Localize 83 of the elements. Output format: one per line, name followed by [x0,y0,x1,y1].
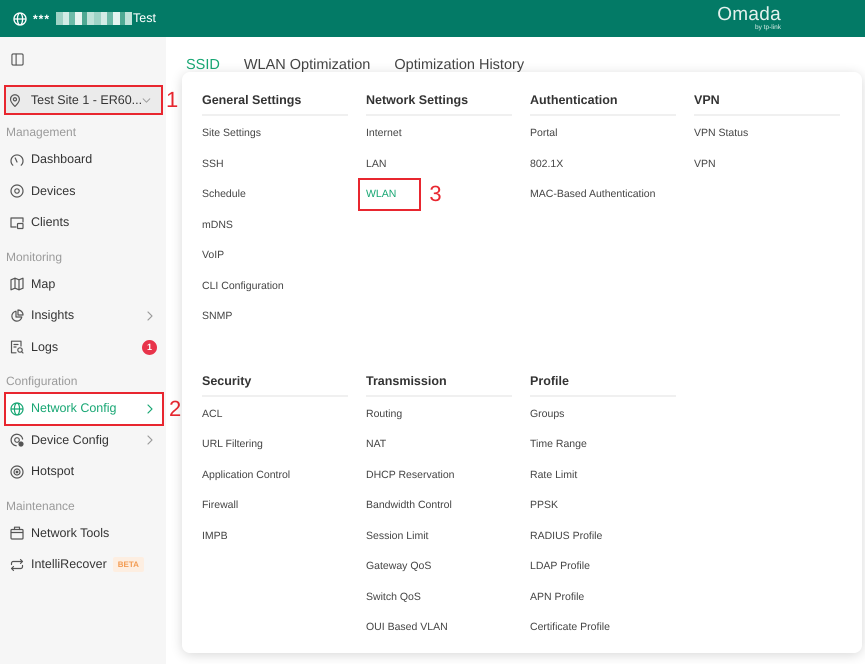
menu-item[interactable]: LAN [366,148,386,179]
menu-item[interactable]: Internet [366,118,402,148]
menu-item[interactable]: VPN Status [694,118,748,148]
menu-item[interactable]: Gateway QoS [366,551,432,582]
menu-item[interactable]: MAC-Based Authentication [530,179,656,210]
menu-item[interactable]: mDNS [202,210,233,240]
sync-icon [10,558,24,572]
disc-icon [10,464,24,479]
menu-heading: Profile [530,374,569,388]
annotation-number: 1 [166,89,178,111]
menu-item[interactable]: Switch QoS [366,582,421,612]
sidebar-toggle-icon[interactable] [11,53,24,66]
menu-item[interactable]: Site Settings [202,118,261,148]
location-pin-icon [10,94,20,106]
sidebar-item[interactable]: Device Config [5,424,162,456]
menu-item[interactable]: Application Control [202,460,290,490]
menu-heading: Security [202,374,252,388]
section-title: Maintenance [5,498,76,514]
menu-item[interactable]: RADIUS Profile [530,520,602,551]
menu-heading: General Settings [202,93,302,107]
menu-item[interactable]: VPN [694,148,716,179]
menu-item[interactable]: ACL [202,398,222,429]
notification-badge: 1 [142,340,157,355]
menu-item[interactable]: Routing [366,398,402,429]
sidebar-item[interactable]: Map [5,268,162,300]
sidebar-item[interactable]: IntelliRecover BETA [5,549,162,580]
settings-icon [10,433,24,448]
tab[interactable]: Optimization History [394,55,524,75]
document-icon [10,340,24,354]
site-selector[interactable]: Test Site 1 - ER60... [5,86,162,114]
section-title: Configuration [5,373,78,390]
sidebar-item[interactable]: Network Tools [5,518,162,549]
menu-item[interactable]: APN Profile [530,582,584,612]
sidebar-item[interactable]: Clients [5,207,162,238]
menu-item[interactable]: NAT [366,429,386,460]
logo-text: Omada [717,5,781,24]
sidebar-item[interactable]: Insights [5,300,162,332]
menu-heading: Authentication [530,93,618,107]
chevron-down-icon [142,98,151,102]
monitor-icon [10,216,24,230]
menu-item[interactable]: Firewall [202,490,238,520]
menu-heading: VPN [694,93,720,107]
tab[interactable]: WLAN Optimization [244,55,370,75]
sidebar-item[interactable]: Logs 1 [5,332,162,363]
globe-icon [10,402,24,416]
menu-item[interactable]: OUI Based VLAN [366,612,448,642]
menu-item[interactable]: VoIP [202,240,224,270]
menu-item[interactable]: Schedule [202,179,246,210]
section-title: Monitoring [5,248,64,266]
annotation-number: 2 [169,398,182,420]
map-icon [10,277,24,292]
masked-text: *** [33,10,50,28]
section-title: Management [5,124,78,141]
pie-chart-icon [10,308,24,323]
menu-item[interactable]: URL Filtering [202,429,263,460]
menu-item[interactable]: IMPB [202,520,228,551]
globe-icon [13,12,27,26]
sidebar-item[interactable]: Dashboard [5,144,162,176]
gauge-icon [10,152,24,167]
menu-item[interactable]: Session Limit [366,520,428,551]
menu-item[interactable]: PPSK [530,490,558,520]
menu-item[interactable]: Time Range [530,429,587,460]
menu-item[interactable]: SSH [202,148,224,179]
menu-item[interactable]: SNMP [202,301,232,332]
menu-item[interactable]: Certificate Profile [530,612,610,642]
menu-item[interactable]: DHCP Reservation [366,460,455,490]
menu-item[interactable]: LDAP Profile [530,551,590,582]
target-icon [10,184,24,198]
sidebar-item[interactable]: Hotspot [5,456,162,488]
annotation-frame [358,178,422,210]
menu-item[interactable]: CLI Configuration [202,270,284,301]
menu-item[interactable]: Groups [530,398,564,429]
toolbox-icon [10,526,24,540]
label-tag: BETA [112,557,144,572]
menu-item[interactable]: Bandwidth Control [366,490,452,520]
menu-heading: Transmission [366,374,447,388]
menu-item[interactable]: 802.1X [530,148,564,179]
sidebar-item[interactable]: Devices [5,176,162,207]
menu-heading: Network Settings [366,93,468,107]
menu-item[interactable]: Rate Limit [530,460,578,490]
menu-item[interactable]: Portal [530,118,558,148]
annotation-number: 3 [429,183,442,206]
site-name: Test [133,10,156,28]
